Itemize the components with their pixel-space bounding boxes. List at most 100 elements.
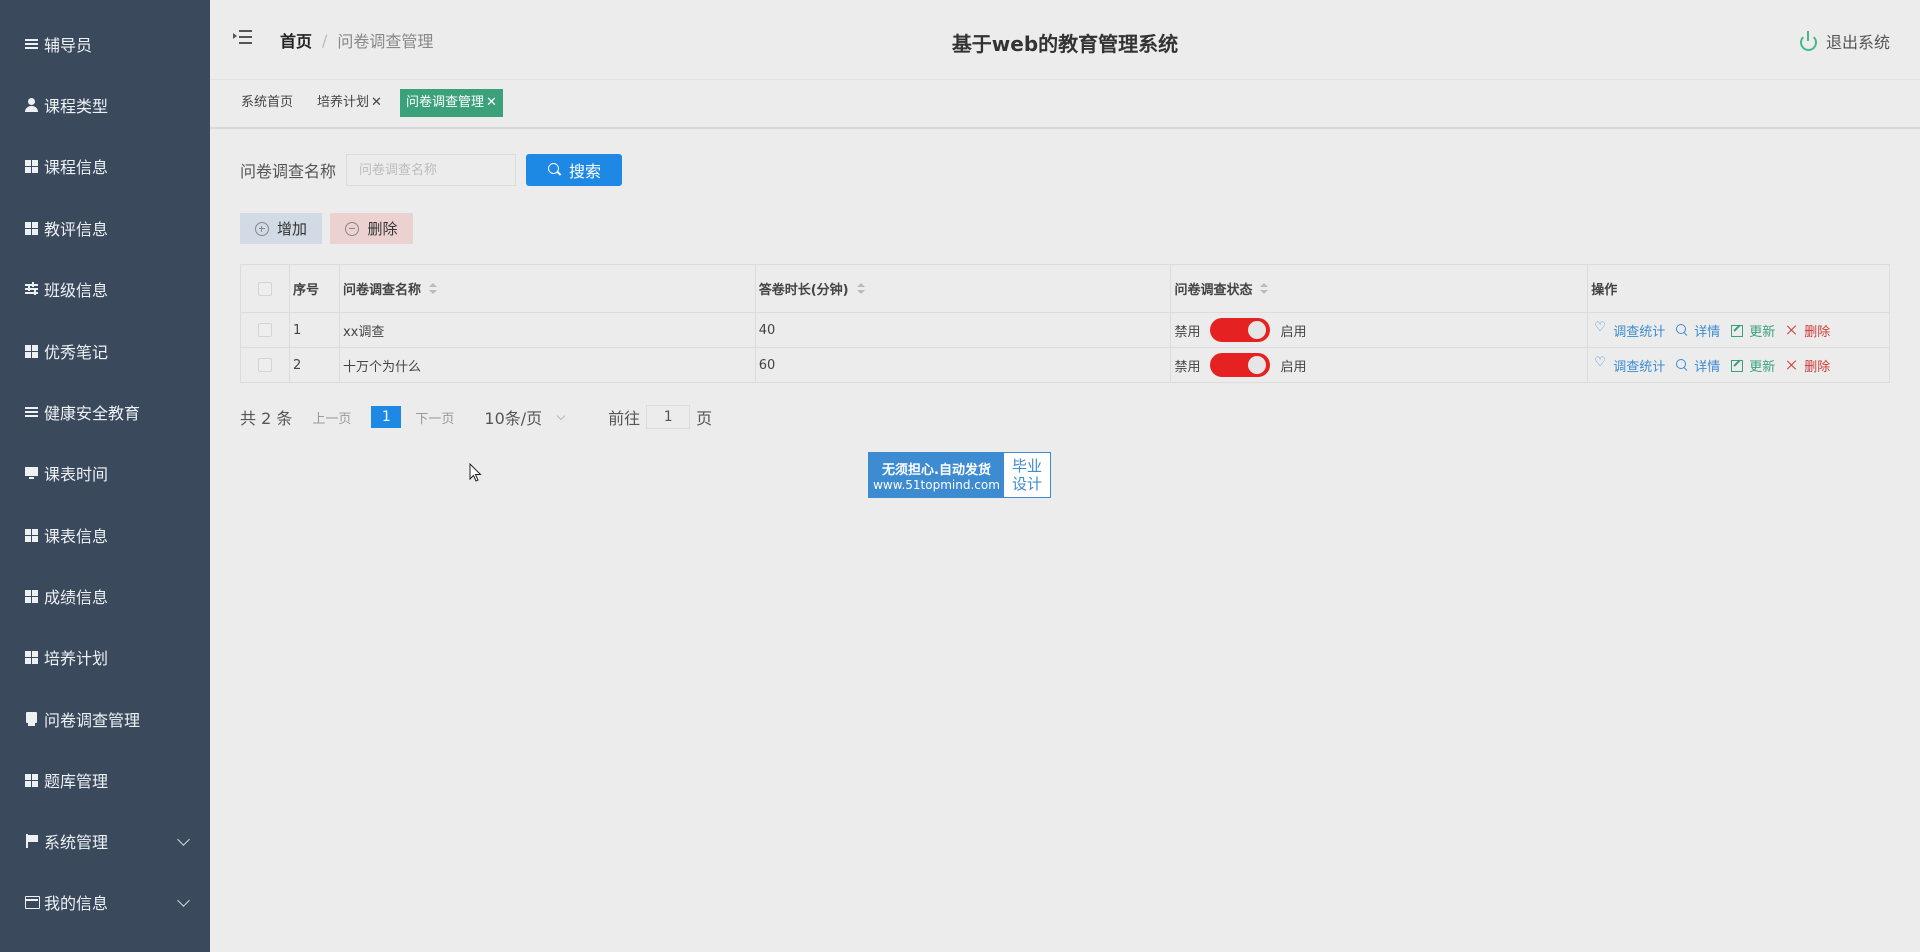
sidebar-item-my-info[interactable]: 我的信息 [0, 878, 210, 926]
col-header-duration-label: 答卷时长(分钟) [758, 283, 849, 298]
cell-index: 1 [292, 322, 302, 338]
sidebar-item-label: 我的信息 [44, 894, 109, 913]
edit-icon [1731, 359, 1744, 372]
sidebar-item-notes[interactable]: 优秀笔记 [0, 327, 210, 375]
row-checkbox[interactable] [257, 323, 272, 337]
stamp-right1: 毕业 [1011, 457, 1042, 475]
status-toggle[interactable] [1210, 353, 1271, 377]
col-header-duration[interactable]: 答卷时长(分钟) [756, 265, 1172, 312]
goto-page-input[interactable] [646, 405, 691, 429]
status-toggle[interactable] [1210, 318, 1271, 342]
sort-icon[interactable] [428, 282, 437, 295]
page-number-current[interactable]: 1 [371, 406, 402, 428]
tab-bar: 系统首页 培养计划 ✕ 问卷调查管理 ✕ [210, 81, 1920, 129]
add-button[interactable]: 增加 [240, 213, 322, 244]
col-header-name[interactable]: 问卷调查名称 [340, 265, 756, 312]
logout-button[interactable]: 退出系统 [1798, 29, 1890, 53]
next-page-button[interactable]: 下一页 [415, 408, 454, 427]
tab-home[interactable]: 系统首页 [235, 89, 299, 117]
grid-icon [24, 343, 40, 359]
sidebar-item-course-type[interactable]: 课程类型 [0, 81, 210, 129]
prev-page-button[interactable]: 上一页 [312, 408, 351, 427]
switch-on-label: 启用 [1280, 359, 1307, 375]
heart-icon [1594, 355, 1607, 371]
grid-icon [24, 772, 40, 788]
stamp-line1: 无须担心.自动发货 [882, 462, 991, 478]
sidebar-item-grades[interactable]: 成绩信息 [0, 572, 210, 620]
switch-off-label: 禁用 [1174, 359, 1201, 375]
stat-button[interactable]: 调查统计 [1594, 320, 1666, 340]
sidebar-item-class-info[interactable]: 班级信息 [0, 265, 210, 313]
sort-icon[interactable] [1260, 282, 1269, 295]
sidebar-item-health-safety[interactable]: 健康安全教育 [0, 388, 210, 436]
col-header-status[interactable]: 问卷调查状态 [1171, 265, 1589, 312]
row-delete-label: 删除 [1804, 359, 1831, 375]
sidebar-item-label: 成绩信息 [44, 588, 109, 607]
sidebar-item-question-bank[interactable]: 题库管理 [0, 756, 210, 804]
search-input[interactable] [346, 154, 516, 186]
page-unit-label: 页 [696, 409, 713, 428]
sidebar-item-label: 系统管理 [44, 833, 109, 852]
top-header: 首页 / 问卷调查管理 基于web的教育管理系统 退出系统 [210, 0, 1920, 80]
card-icon [24, 894, 40, 910]
print-icon [24, 711, 40, 727]
page-size-select[interactable]: 10条/页 [484, 405, 566, 429]
close-icon[interactable]: ✕ [371, 95, 382, 110]
stat-button[interactable]: 调查统计 [1594, 355, 1665, 375]
search-label: 问卷调查名称 [240, 162, 337, 181]
sort-icon[interactable] [856, 282, 865, 295]
sidebar-item-schedule-time[interactable]: 课表时间 [0, 449, 210, 497]
col-header-ops: 操作 [1591, 283, 1618, 298]
close-icon [1786, 359, 1798, 371]
sidebar-item-survey[interactable]: 问卷调查管理 [0, 695, 210, 743]
status-switch-group: 禁用 启用 [1174, 353, 1306, 377]
row-checkbox[interactable] [257, 358, 272, 372]
goto-label: 前往 [608, 409, 641, 428]
pagination: 共 2 条 上一页 1 下一页 10条/页 前往 页 [240, 404, 712, 430]
breadcrumb-home[interactable]: 首页 [280, 28, 312, 52]
search-button-label: 搜索 [568, 162, 601, 181]
row-delete-button[interactable]: 删除 [1786, 356, 1830, 375]
stamp-left: 无须担心.自动发货 www.51topmind.com [869, 453, 1004, 497]
plus-circle-icon [254, 221, 269, 236]
page-size-value: 10条/页 [484, 409, 543, 428]
sidebar-item-teaching-eval[interactable]: 教评信息 [0, 204, 210, 252]
sidebar-item-label: 辅导员 [44, 36, 93, 55]
sidebar-item-training-plan[interactable]: 培养计划 [0, 633, 210, 681]
cell-index: 2 [292, 357, 302, 373]
update-label: 更新 [1749, 359, 1776, 375]
add-button-label: 增加 [276, 220, 307, 238]
grid-icon [24, 649, 40, 665]
breadcrumb-separator: / [322, 30, 328, 50]
list-icon [24, 404, 40, 420]
minus-circle-icon [345, 221, 360, 236]
sidebar-item-course-info[interactable]: 课程信息 [0, 142, 210, 190]
search-button[interactable]: 搜索 [526, 154, 622, 186]
chevron-down-icon [177, 894, 190, 907]
detail-label: 详情 [1694, 359, 1721, 375]
update-button[interactable]: 更新 [1731, 321, 1775, 340]
delete-button[interactable]: 删除 [330, 213, 413, 244]
select-all-checkbox[interactable] [257, 281, 272, 296]
sidebar-item-system[interactable]: 系统管理 [0, 817, 210, 865]
sidebar-item-label: 优秀笔记 [44, 343, 109, 362]
tab-label: 系统首页 [241, 95, 294, 110]
update-label: 更新 [1749, 324, 1776, 340]
status-switch-group: 禁用 启用 [1174, 318, 1306, 342]
tab-training-plan[interactable]: 培养计划 ✕ [311, 89, 388, 117]
detail-button[interactable]: 详情 [1676, 321, 1720, 340]
stat-label: 调查统计 [1613, 324, 1666, 340]
cell-duration: 60 [758, 357, 776, 373]
close-icon[interactable]: ✕ [486, 95, 497, 110]
sidebar-item-schedule-info[interactable]: 课表信息 [0, 511, 210, 559]
update-button[interactable]: 更新 [1731, 356, 1775, 375]
row-delete-button[interactable]: 删除 [1786, 321, 1830, 340]
grid-icon [24, 220, 40, 236]
tab-survey[interactable]: 问卷调查管理 ✕ [400, 89, 503, 117]
sidebar-item-label: 课表信息 [44, 527, 109, 546]
sidebar-item-counselor[interactable]: 辅导员 [0, 20, 210, 68]
breadcrumb-current: 问卷调查管理 [337, 32, 434, 51]
detail-button[interactable]: 详情 [1676, 356, 1720, 375]
collapse-menu-icon[interactable] [233, 29, 252, 45]
stamp-right: 毕业 设计 [1004, 453, 1050, 497]
